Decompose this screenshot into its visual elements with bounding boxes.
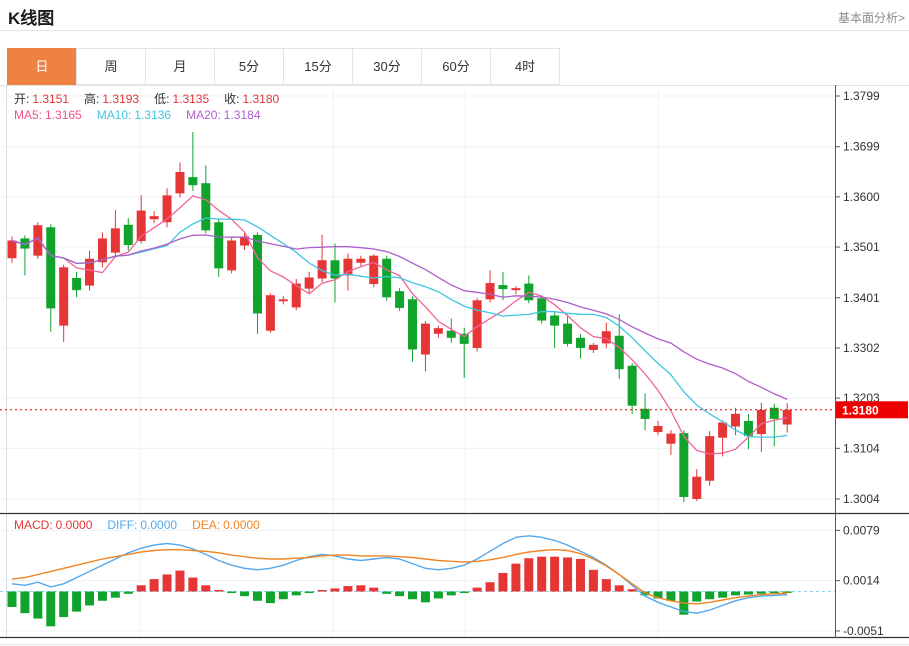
ohlc-high-label: 高: xyxy=(84,92,100,106)
ma5-legend: MA5: 1.3165 xyxy=(14,108,82,122)
ma10-legend-label: MA10: xyxy=(96,108,132,122)
ma20-legend-label: MA20: xyxy=(186,108,221,122)
tab-15分[interactable]: 15分 xyxy=(283,48,353,85)
macd-legend-value: 0.0000 xyxy=(55,518,93,532)
macd-axis: 0.0079 0.0014 -0.0051 xyxy=(0,512,909,645)
diff-legend-value: 0.0000 xyxy=(140,518,178,532)
ma10-line xyxy=(11,217,788,438)
tab-周[interactable]: 周 xyxy=(76,48,146,85)
macd-chart: 0.0079 0.0014 -0.0051 xyxy=(0,512,909,645)
price-tick-label: 1.3600 xyxy=(843,190,880,204)
ohlc-low-label: 低: xyxy=(154,92,170,106)
tab-30分[interactable]: 30分 xyxy=(352,48,422,85)
ohlc-open-value: 1.3151 xyxy=(32,92,70,106)
ma20-legend: MA20: 1.3184 xyxy=(186,108,260,122)
ohlc-low-value: 1.3135 xyxy=(172,92,210,106)
ohlc-high-value: 1.3193 xyxy=(102,92,140,106)
ma5-legend-value: 1.3165 xyxy=(45,108,82,122)
ma10-legend-value: 1.3136 xyxy=(134,108,172,122)
ohlc-legend: 开: 1.3151 高: 1.3193 低: 1.3135 收: 1.3180 xyxy=(14,90,279,107)
price-tick-label: 1.3401 xyxy=(843,291,880,305)
price-tick-label: 1.3799 xyxy=(843,89,880,103)
candlestick-series xyxy=(7,131,792,503)
kline-widget: K线图 基本面分析> 日周月 5分 15分 30分 60分 4时 开: 1.3151 高: 1.… xyxy=(0,0,909,646)
main-price-axis: 1.37991.36991.36001.35011.34011.33021.32… xyxy=(835,85,880,513)
macd-histogram xyxy=(7,556,792,627)
macd-legend-label: MACD: xyxy=(14,518,53,532)
ohlc-close-label: 收: xyxy=(224,92,240,106)
ohlc-low: 低: 1.3135 xyxy=(154,90,209,107)
macd-legend: MACD: 0.0000 DIFF: 0.0000 DEA: 0.0000 xyxy=(14,518,260,532)
ohlc-close: 收: 1.3180 xyxy=(224,90,279,107)
current-price-tag: 1.3180 xyxy=(842,403,879,417)
fundamental-analysis-link[interactable]: 基本面分析> xyxy=(838,9,905,26)
ohlc-high: 高: 1.3193 xyxy=(84,90,139,107)
ma20-legend-value: 1.3184 xyxy=(223,108,261,122)
tab-60分[interactable]: 60分 xyxy=(421,48,491,85)
tab-5分[interactable]: 5分 xyxy=(214,48,284,85)
diff-legend-label: DIFF: xyxy=(107,518,138,532)
tab-日[interactable]: 日 xyxy=(7,48,77,85)
macd-tick-label: 0.0079 xyxy=(843,523,880,537)
price-tick-label: 1.3004 xyxy=(843,492,880,506)
dea-legend-label: DEA: xyxy=(192,518,221,532)
price-tick-label: 1.3104 xyxy=(843,441,880,455)
macd-grid xyxy=(0,514,835,637)
ma10-legend: MA10: 1.3136 xyxy=(97,108,171,122)
price-tick-label: 1.3501 xyxy=(843,240,880,254)
page-title: K线图 xyxy=(8,9,55,28)
price-tick-label: 1.3302 xyxy=(843,341,880,355)
macd-tick-label: -0.0051 xyxy=(843,624,884,638)
ohlc-open: 开: 1.3151 xyxy=(14,90,69,107)
header-divider xyxy=(0,30,909,31)
ma-legend: MA5: 1.3165 MA10: 1.3136 MA20: 1.3184 xyxy=(14,108,261,122)
macd-legend: MACD: 0.0000 xyxy=(14,518,92,532)
dea-legend: DEA: 0.0000 xyxy=(192,518,260,532)
ohlc-close-value: 1.3180 xyxy=(242,92,280,106)
candlestick-chart: 1.37991.36991.36001.35011.34011.33021.32… xyxy=(0,85,909,513)
ma5-legend-label: MA5: xyxy=(14,108,43,122)
tab-月[interactable]: 月 xyxy=(145,48,215,85)
ohlc-open-label: 开: xyxy=(14,92,30,106)
diff-line xyxy=(11,535,788,614)
main-grid xyxy=(0,85,909,512)
dea-legend-value: 0.0000 xyxy=(223,518,260,532)
price-tick-label: 1.3699 xyxy=(843,140,880,154)
period-tabbar: 日周月 5分 15分 30分 60分 4时 xyxy=(7,48,560,85)
diff-legend: DIFF: 0.0000 xyxy=(107,518,177,532)
macd-tick-label: 0.0014 xyxy=(843,574,880,588)
tab-4时[interactable]: 4时 xyxy=(490,48,560,85)
